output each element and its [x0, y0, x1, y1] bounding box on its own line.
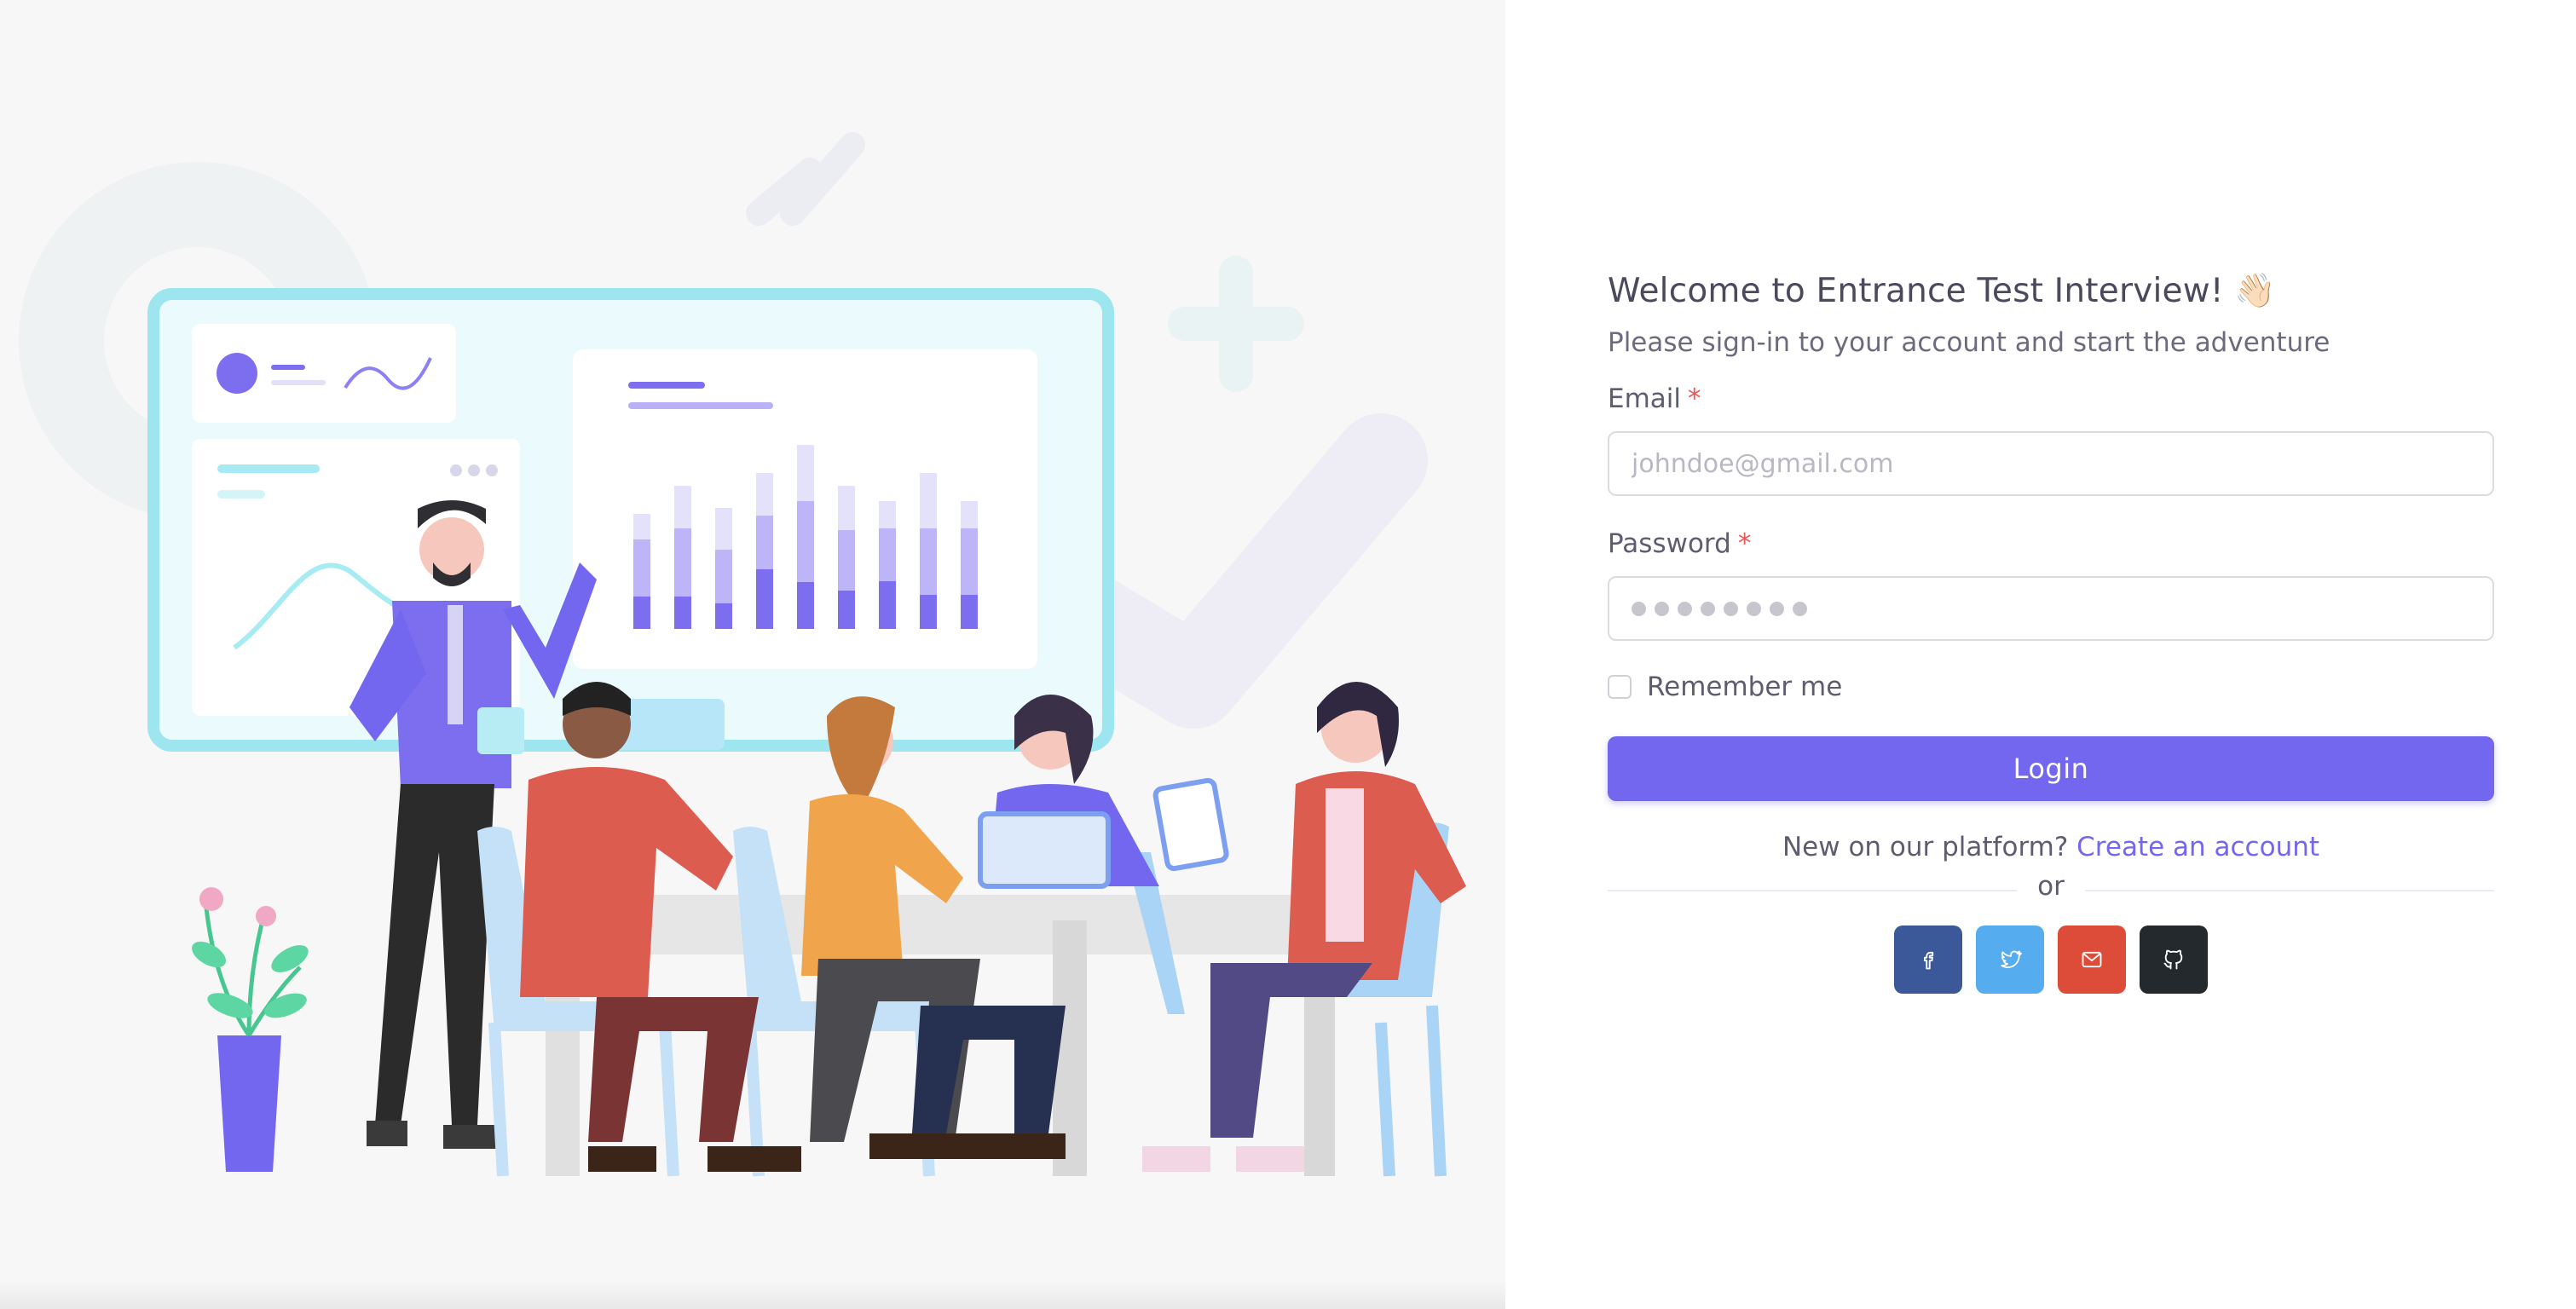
illustration-panel — [0, 0, 1505, 1309]
github-icon — [2163, 949, 2183, 970]
email-label: Email * — [1608, 383, 2494, 414]
panel-bottom-shadow — [0, 1280, 1505, 1309]
password-mask-dot — [1701, 601, 1715, 616]
new-user-text: New on our platform? — [1782, 832, 2069, 862]
twitter-login-button[interactable] — [1976, 926, 2044, 994]
email-login-button[interactable] — [2058, 926, 2126, 994]
social-login-buttons — [1608, 926, 2494, 994]
password-mask-dot — [1632, 601, 1646, 616]
facebook-icon — [1923, 951, 1934, 970]
login-panel: Welcome to Entrance Test Interview! 👋🏻 P… — [1505, 0, 2576, 1309]
welcome-subtitle: Please sign-in to your account and start… — [1608, 327, 2331, 358]
remember-me-label[interactable]: Remember me — [1647, 672, 1842, 702]
create-account-link[interactable]: Create an account — [2076, 832, 2319, 862]
team-meeting-illustration — [19, 132, 1466, 1177]
password-mask-dot — [1793, 601, 1807, 616]
password-label: Password * — [1608, 528, 2494, 559]
mail-icon — [2082, 951, 2102, 968]
divider-text: or — [2017, 871, 2085, 902]
required-marker: * — [1737, 528, 1752, 559]
password-placeholder-dots — [1609, 578, 2492, 639]
password-label-text: Password — [1608, 528, 1731, 559]
password-mask-dot — [1655, 601, 1669, 616]
password-mask-dot — [1747, 601, 1761, 616]
remember-me-row: Remember me — [1608, 672, 2494, 702]
login-form: Welcome to Entrance Test Interview! 👋🏻 P… — [1608, 271, 2494, 994]
github-login-button[interactable] — [2140, 926, 2208, 994]
remember-me-checkbox[interactable] — [1608, 675, 1632, 699]
required-marker: * — [1688, 383, 1701, 414]
email-field[interactable] — [1608, 431, 2494, 496]
facebook-login-button[interactable] — [1894, 926, 1962, 994]
login-button[interactable]: Login — [1608, 736, 2494, 801]
email-label-text: Email — [1608, 383, 1682, 414]
or-divider: or — [1608, 871, 2494, 905]
welcome-title: Welcome to Entrance Test Interview! 👋🏻 — [1608, 272, 2277, 310]
password-field[interactable] — [1608, 576, 2494, 641]
signup-prompt: New on our platform? Create an account — [1608, 832, 2494, 862]
password-mask-dot — [1724, 601, 1738, 616]
password-mask-dot — [1770, 601, 1784, 616]
twitter-icon — [2001, 950, 2022, 968]
password-mask-dot — [1678, 601, 1692, 616]
